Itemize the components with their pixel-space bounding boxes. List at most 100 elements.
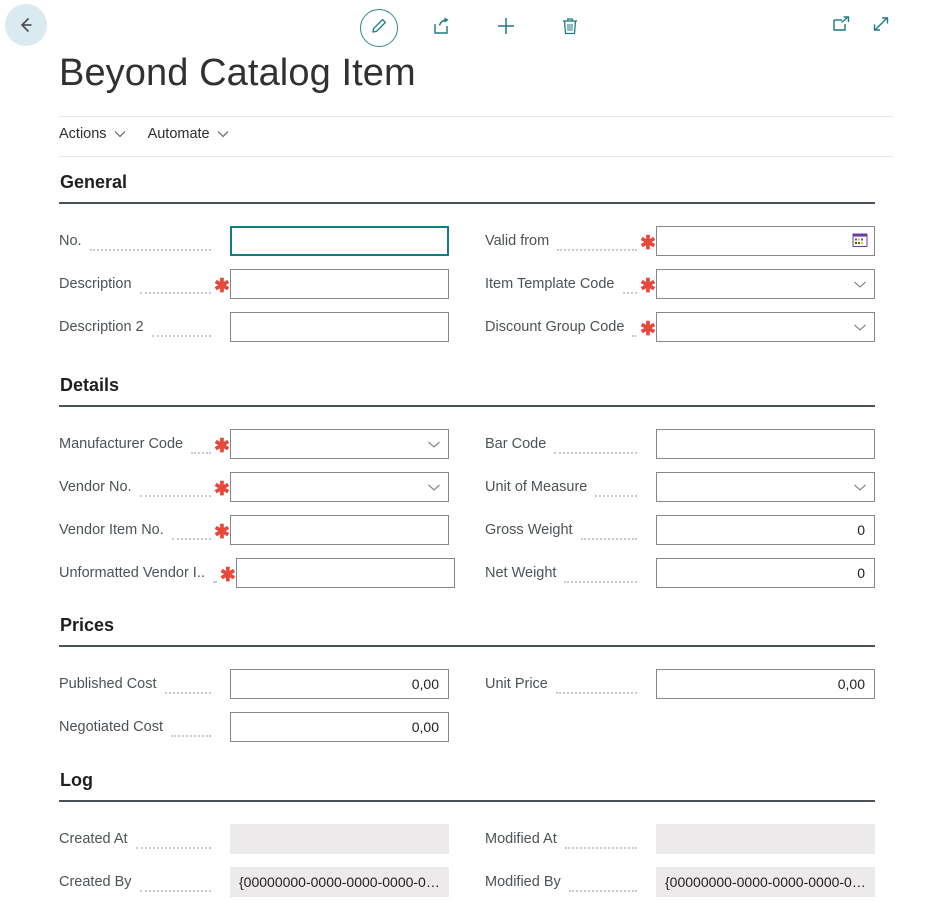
required-asterisk-icon: ✱	[214, 275, 230, 297]
edit-button[interactable]	[360, 9, 398, 47]
field-label: Valid from	[485, 233, 550, 249]
required-spacer: ✱	[640, 832, 656, 851]
field-column-right: Bar Code✱Unit of Measure✱Gross Weight✱0N…	[485, 425, 875, 597]
input-field[interactable]: 0	[656, 558, 875, 588]
field-label: Vendor Item No.	[59, 522, 164, 538]
input-field[interactable]	[230, 312, 449, 342]
field-label: Net Weight	[485, 565, 557, 581]
section-log: Log Created At ✱ Created By ✱ {00000000-0000-…	[59, 770, 893, 901]
input-field[interactable]	[230, 269, 449, 299]
field-value: {00000000-0000-0000-0000-00...	[665, 874, 866, 890]
label-leader-dots	[171, 526, 211, 540]
label-leader-dots	[139, 878, 211, 892]
share-button[interactable]	[422, 8, 462, 48]
label-leader-dots	[632, 323, 637, 337]
field-label: Unit Price	[485, 676, 548, 692]
field-label: Unit of Measure	[485, 479, 588, 495]
section-prices: PricesPublished Cost✱0,00Negotiated Cost…	[59, 615, 893, 751]
input-field[interactable]	[656, 429, 875, 459]
delete-button[interactable]	[550, 8, 590, 48]
chevron-down-icon	[853, 319, 867, 335]
required-asterisk-icon: ✱	[640, 275, 656, 297]
field-value: 0,00	[411, 719, 439, 735]
chevron-down-icon	[427, 479, 441, 495]
window-controls	[829, 14, 893, 38]
automate-menu[interactable]: Automate	[148, 124, 229, 144]
label-leader-dots	[564, 835, 637, 849]
required-spacer: ✱	[214, 320, 230, 339]
select-field[interactable]	[230, 429, 449, 459]
required-spacer: ✱	[640, 523, 656, 542]
field-row: Manufacturer Code ✱	[59, 425, 449, 463]
field-column-right: Valid from ✱ Item Template Code ✱ Discount G…	[485, 222, 875, 351]
expand-button[interactable]	[869, 14, 893, 38]
section-divider	[59, 405, 875, 407]
date-field[interactable]	[656, 226, 875, 256]
calendar-icon[interactable]	[852, 232, 868, 251]
label-leader-dots	[580, 526, 637, 540]
field-row: Unit Price ✱ 0,00	[485, 665, 875, 703]
field-value: {00000000-0000-0000-0000-00...	[239, 874, 440, 890]
actions-divider	[59, 156, 893, 157]
select-field[interactable]	[656, 269, 875, 299]
select-field[interactable]	[656, 472, 875, 502]
share-icon	[431, 15, 453, 42]
field-label: Negotiated Cost	[59, 719, 163, 735]
select-field[interactable]	[230, 472, 449, 502]
page-title: Beyond Catalog Item	[59, 52, 416, 94]
required-spacer: ✱	[640, 875, 656, 894]
plus-icon	[494, 14, 518, 43]
input-field[interactable]: 0,00	[656, 669, 875, 699]
input-field[interactable]	[230, 226, 449, 256]
field-row: Gross Weight ✱ 0	[485, 511, 875, 549]
field-row: Discount Group Code ✱	[485, 308, 875, 346]
section-title: Log	[60, 770, 93, 790]
field-label: Bar Code	[485, 436, 547, 452]
section-divider	[59, 645, 875, 647]
field-column-left: Created At ✱ Created By ✱ {00000000-0000-000…	[59, 820, 449, 901]
section-title: Details	[60, 375, 120, 395]
field-row: Created At ✱	[59, 820, 449, 858]
field-label: Discount Group Code	[485, 319, 625, 335]
required-asterisk-icon: ✱	[214, 435, 230, 457]
back-button[interactable]	[5, 4, 47, 46]
field-grid: No.✱Description✱Description 2✱Valid from…	[59, 222, 893, 351]
chevron-down-icon	[853, 479, 867, 495]
field-row: Description 2 ✱	[59, 308, 449, 346]
input-field[interactable]: 0,00	[230, 712, 449, 742]
top-command-bar	[0, 0, 939, 56]
required-spacer: ✱	[214, 234, 230, 253]
arrow-left-icon	[15, 14, 37, 36]
label-leader-dots	[139, 280, 211, 294]
section-details: Details Manufacturer Code ✱ Vendor No. ✱ Vend…	[59, 375, 893, 597]
new-button[interactable]	[486, 8, 526, 48]
field-label: Published Cost	[59, 676, 157, 692]
field-column-left: Manufacturer Code ✱ Vendor No. ✱ Vendor Item…	[59, 425, 455, 597]
open-in-new-window-button[interactable]	[829, 14, 853, 38]
select-field[interactable]	[656, 312, 875, 342]
field-value: 0	[857, 522, 865, 538]
required-spacer: ✱	[214, 832, 230, 851]
input-field[interactable]	[235, 558, 455, 588]
readonly-field	[230, 824, 449, 854]
field-value: 0,00	[837, 676, 865, 692]
actions-menu[interactable]: Actions	[59, 124, 126, 144]
label-leader-dots	[557, 237, 637, 251]
input-field[interactable]: 0	[656, 515, 875, 545]
field-label: Modified At	[485, 831, 557, 847]
field-row: Net Weight ✱ 0	[485, 554, 875, 592]
open-new-window-icon	[831, 14, 851, 39]
field-column-left: Published Cost ✱ 0,00 Negotiated Cost ✱ 0,00	[59, 665, 449, 751]
label-leader-dots	[568, 878, 637, 892]
section-title: Prices	[60, 615, 115, 635]
input-field[interactable]: 0,00	[230, 669, 449, 699]
field-label: Item Template Code	[485, 276, 615, 292]
readonly-field	[656, 824, 875, 854]
readonly-field: {00000000-0000-0000-0000-00...	[656, 867, 875, 897]
field-row: Vendor No. ✱	[59, 468, 449, 506]
required-spacer: ✱	[640, 566, 656, 585]
label-leader-dots	[595, 483, 637, 497]
input-field[interactable]	[230, 515, 449, 545]
label-leader-dots	[164, 680, 211, 694]
field-row: Vendor Item No. ✱	[59, 511, 449, 549]
